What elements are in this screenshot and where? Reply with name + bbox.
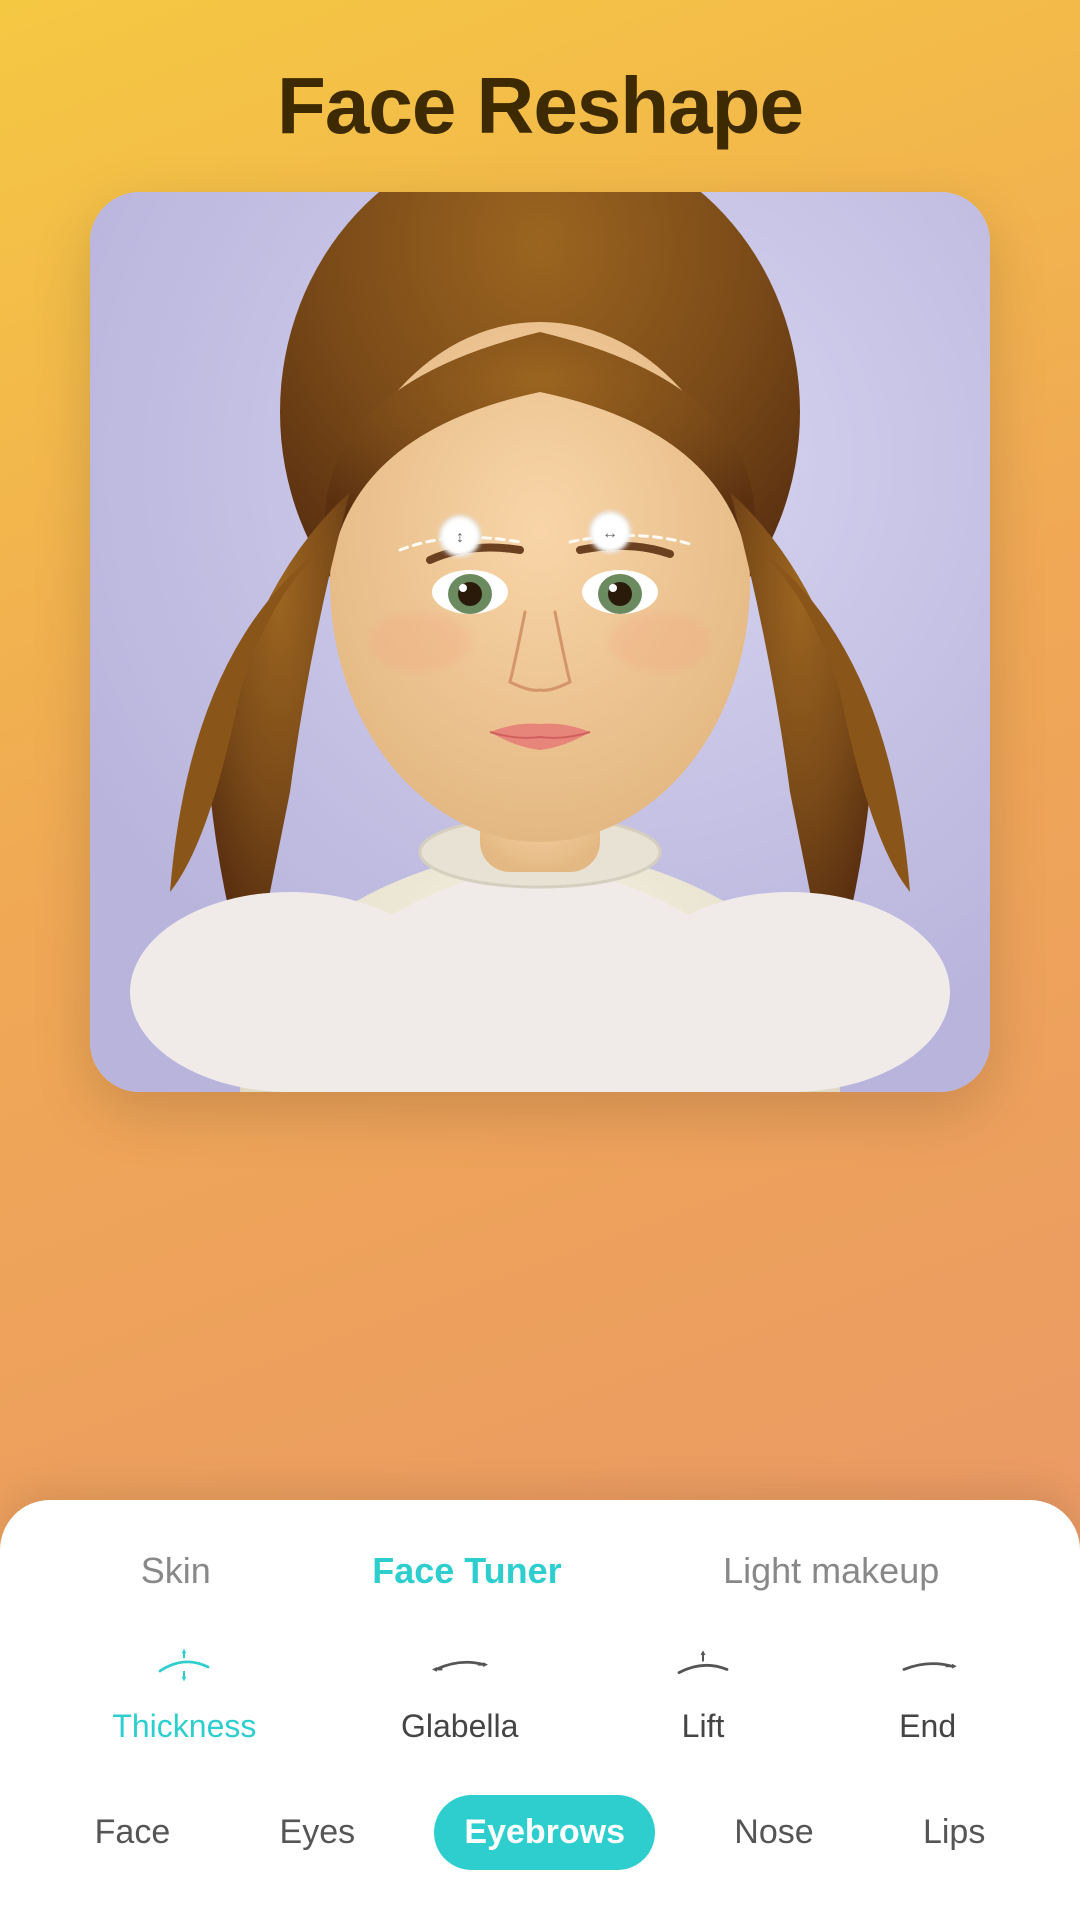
category-face[interactable]: Face [65,1795,201,1870]
tab-face-tuner[interactable]: Face Tuner [352,1540,581,1602]
control-thickness-label: Thickness [112,1708,256,1745]
bottom-panel: Skin Face Tuner Light makeup Thickness [0,1500,1080,1920]
control-glabella-label: Glabella [401,1708,518,1745]
category-row: Face Eyes Eyebrows Nose Lips [0,1795,1080,1870]
thickness-icon [144,1642,224,1692]
controls-row: Thickness Glabella [0,1642,1080,1745]
tab-row: Skin Face Tuner Light makeup [0,1540,1080,1602]
category-eyes[interactable]: Eyes [250,1795,386,1870]
face-image: ↕ ↔ [90,192,990,1092]
control-end[interactable]: End [888,1642,968,1745]
control-lift[interactable]: Lift [663,1642,743,1745]
photo-card: ↕ ↔ [90,192,990,1092]
tab-light-makeup[interactable]: Light makeup [703,1540,959,1602]
lift-icon [663,1642,743,1692]
end-icon [888,1642,968,1692]
control-glabella[interactable]: Glabella [401,1642,518,1745]
control-end-label: End [899,1708,956,1745]
tab-skin[interactable]: Skin [121,1540,231,1602]
control-thickness[interactable]: Thickness [112,1642,256,1745]
category-eyebrows[interactable]: Eyebrows [434,1795,655,1870]
svg-text:↕: ↕ [456,529,464,546]
control-lift-label: Lift [682,1708,725,1745]
svg-text:↔: ↔ [602,525,618,542]
category-lips[interactable]: Lips [893,1795,1015,1870]
category-nose[interactable]: Nose [704,1795,843,1870]
glabella-icon [420,1642,500,1692]
page-title: Face Reshape [277,60,803,152]
